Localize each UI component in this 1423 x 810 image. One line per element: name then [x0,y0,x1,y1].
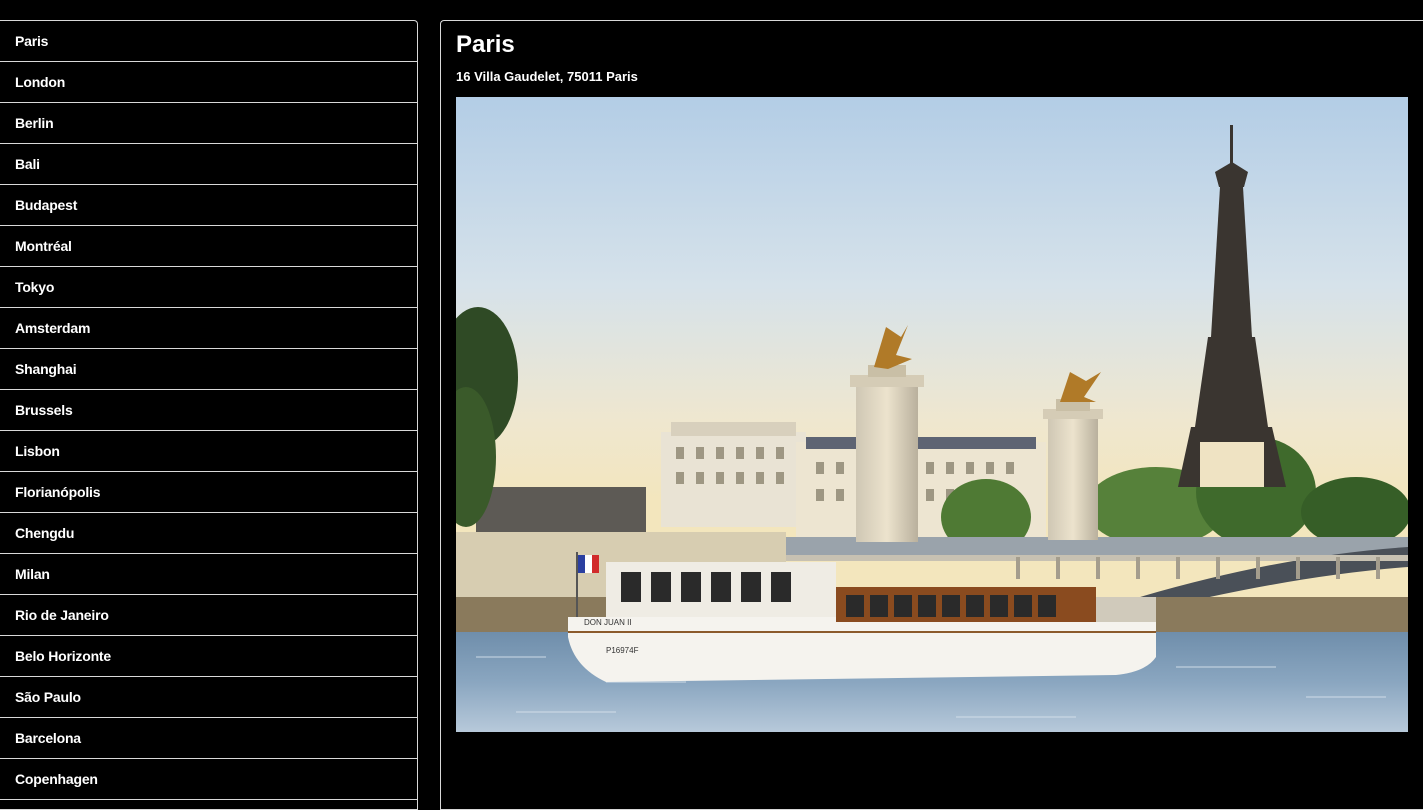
city-title: Paris [456,31,515,58]
city-item-milan[interactable]: Milan [0,554,417,595]
city-item-chengdu[interactable]: Chengdu [0,513,417,554]
city-item-barcelona[interactable]: Barcelona [0,718,417,759]
city-item-copenhagen[interactable]: Copenhagen [0,759,417,800]
boat-registration-label: P16974F [606,646,639,655]
city-item-paris[interactable]: Paris [0,21,417,62]
city-item-sao-paulo[interactable]: São Paulo [0,677,417,718]
city-item-lisbon[interactable]: Lisbon [0,431,417,472]
city-list: Paris London Berlin Bali Budapest Montré… [0,20,418,810]
city-photo: DON JUAN II P16974F [456,97,1408,732]
city-item-belo-horizonte[interactable]: Belo Horizonte [0,636,417,677]
city-item-bali[interactable]: Bali [0,144,417,185]
city-address: 16 Villa Gaudelet, 75011 Paris [456,69,638,84]
city-item-florianopolis[interactable]: Florianópolis [0,472,417,513]
city-item-amsterdam[interactable]: Amsterdam [0,308,417,349]
city-item-rio-de-janeiro[interactable]: Rio de Janeiro [0,595,417,636]
city-item-tokyo[interactable]: Tokyo [0,267,417,308]
city-item-london[interactable]: London [0,62,417,103]
city-item-budapest[interactable]: Budapest [0,185,417,226]
city-item-montreal[interactable]: Montréal [0,226,417,267]
city-item-berlin[interactable]: Berlin [0,103,417,144]
boat-name-label: DON JUAN II [584,618,632,627]
city-detail-panel: Paris 16 Villa Gaudelet, 75011 Paris DON… [440,20,1423,810]
city-item-shanghai[interactable]: Shanghai [0,349,417,390]
city-item-brussels[interactable]: Brussels [0,390,417,431]
